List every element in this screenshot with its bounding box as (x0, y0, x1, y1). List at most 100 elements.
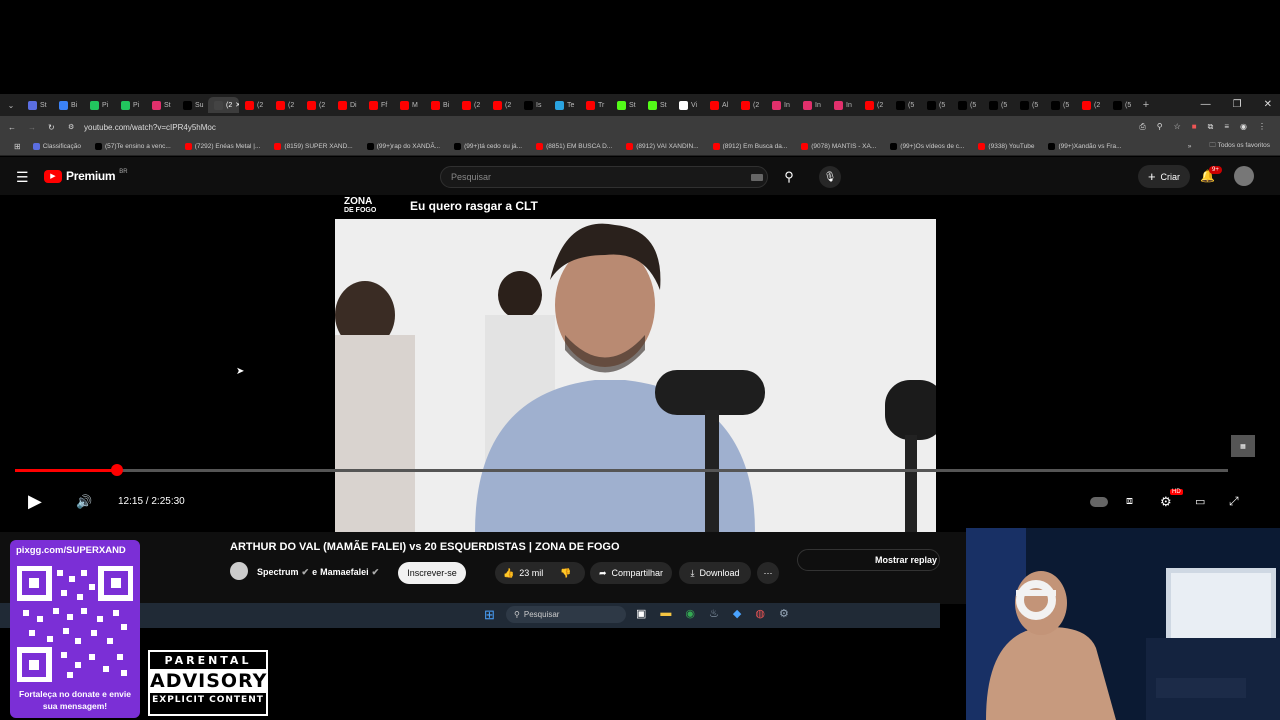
browser-tab[interactable]: Bi (425, 97, 456, 113)
apps-grid-icon[interactable]: ⊞ (14, 142, 21, 151)
channel-watermark[interactable]: ▦ (1231, 435, 1255, 457)
download-button[interactable]: ⤓ Download (679, 562, 751, 584)
share-button[interactable]: ➦ Compartilhar (590, 562, 672, 584)
taskbar-search[interactable]: ⚲ Pesquisar (506, 606, 626, 623)
bookmark-item[interactable]: (99+)Xandão vs Fra... (1048, 143, 1122, 150)
tab-search-button[interactable]: ⌄ (0, 97, 22, 113)
like-count[interactable]: 23 mil (519, 568, 543, 578)
browser-tab[interactable]: St (642, 97, 673, 113)
youtube-logo[interactable]: ▶ Premium BR (44, 169, 128, 183)
progress-bar[interactable] (15, 469, 1228, 472)
all-bookmarks[interactable]: 🗀 Todos os favoritos (1209, 141, 1270, 152)
browser-menu-icon[interactable]: ⋮ (1258, 122, 1266, 132)
browser-tab[interactable]: (2 (456, 97, 487, 113)
keyboard-icon[interactable] (751, 173, 763, 181)
bookmarks-overflow-icon[interactable]: » (1188, 143, 1192, 150)
bookmark-item[interactable]: (9338) YouTube (978, 143, 1034, 150)
volume-icon[interactable]: 🔊 (76, 494, 92, 510)
browser-tab[interactable]: Tr (580, 97, 611, 113)
bookmark-item[interactable]: (99+)tá cedo ou já... (454, 143, 522, 150)
browser-tab[interactable]: (2 (270, 97, 301, 113)
extensions-icon[interactable]: ⧉ (1208, 122, 1214, 132)
browser-tab[interactable]: (2 (859, 97, 890, 113)
browser-tab[interactable]: St (146, 97, 177, 113)
subtitles-icon[interactable]: ⧈ (1126, 495, 1133, 508)
browser-tab[interactable]: (5 (952, 97, 983, 113)
browser-tab[interactable]: Te (549, 97, 580, 113)
browser-tab[interactable]: Su (177, 97, 208, 113)
browser-tab[interactable]: (2 (1076, 97, 1107, 113)
browser-tab[interactable]: (5 (1014, 97, 1045, 113)
browser-tab[interactable]: (2 (301, 97, 332, 113)
reload-icon[interactable]: ↻ (48, 123, 62, 132)
forward-icon[interactable]: → (28, 123, 42, 132)
windows-start-icon[interactable]: ⊞ (484, 607, 495, 623)
browser-tab[interactable]: (5 (983, 97, 1014, 113)
channel-name[interactable]: Spectrum (257, 567, 299, 578)
browser-tab[interactable]: (5 (921, 97, 952, 113)
theater-mode-icon[interactable]: ▭ (1195, 495, 1205, 508)
site-info-icon[interactable]: ⚙ (68, 123, 80, 131)
scrubber-handle[interactable] (111, 464, 123, 476)
settings-app-icon[interactable]: ⚙ (779, 607, 789, 620)
browser-tab[interactable]: Is (518, 97, 549, 113)
browser-tab[interactable]: St (22, 97, 53, 113)
browser-tab[interactable]: Di (332, 97, 363, 113)
create-button[interactable]: + Criar (1138, 165, 1190, 188)
install-icon[interactable]: ⎙ (1139, 122, 1145, 132)
bookmark-item[interactable]: Classificação (32, 143, 81, 150)
subscribe-button[interactable]: Inscrever-se (398, 562, 466, 584)
bookmark-item[interactable]: (9078) MANTIS - XA... (801, 143, 876, 150)
like-icon[interactable]: 👍 (503, 568, 514, 579)
browser-tab[interactable]: (5 (1107, 97, 1138, 113)
hamburger-menu-icon[interactable]: ☰ (16, 169, 29, 186)
browser-tab[interactable]: St (611, 97, 642, 113)
browser-tab[interactable]: (2 (239, 97, 270, 113)
maximize-icon[interactable]: ❐ (1233, 99, 1242, 110)
microphone-icon[interactable]: 🎙 (819, 166, 841, 188)
media-icon[interactable]: ≡ (1224, 122, 1229, 132)
browser-tab[interactable]: Vi (673, 97, 704, 113)
browser-tab[interactable]: In (797, 97, 828, 113)
bookmark-item[interactable]: (99+)rap do XANDÃ... (366, 143, 440, 150)
bookmark-item[interactable]: (99+)Os vídeos de c... (890, 143, 964, 150)
bookmark-item[interactable]: (8912) Em Busca da... (712, 143, 787, 150)
browser-tab[interactable]: Pi (84, 97, 115, 113)
new-tab-button[interactable]: + (1138, 99, 1154, 111)
chrome-icon[interactable]: ◉ (685, 607, 695, 620)
bookmark-item[interactable]: (8912) VAI XANDIN... (626, 143, 699, 150)
steam-icon[interactable]: ♨ (709, 607, 719, 620)
browser-tab[interactable]: (2 (487, 97, 518, 113)
autoplay-toggle[interactable] (1090, 497, 1108, 507)
browser-tab[interactable]: M (394, 97, 425, 113)
extension-icon[interactable]: ■ (1192, 122, 1197, 132)
browser-tab[interactable]: Pi (115, 97, 146, 113)
bookmark-item[interactable]: (57)Te ensino a venc... (95, 143, 171, 150)
url-field[interactable]: youtube.com/watch?v=cIPR4y5hMoc (84, 123, 216, 132)
more-actions-icon[interactable]: ⋯ (757, 562, 779, 584)
video-frame[interactable]: ZONA DE FOGO Eu quero rasgar a CLT (335, 195, 936, 532)
dislike-icon[interactable]: 👎 (560, 568, 571, 579)
browser-tab[interactable]: (5 (1045, 97, 1076, 113)
browser-tab[interactable]: In (766, 97, 797, 113)
app-icon-2[interactable]: ◍ (755, 607, 765, 620)
account-avatar[interactable] (1234, 166, 1254, 186)
search-icon[interactable]: ⚲ (778, 166, 800, 188)
browser-tab[interactable]: Bi (53, 97, 84, 113)
file-explorer-icon[interactable]: ▬ (660, 607, 671, 620)
channel-avatar[interactable] (230, 562, 248, 580)
settings-gear-icon[interactable]: ⚙ (1160, 494, 1172, 510)
channel-name-2[interactable]: Mamaefalei (320, 567, 369, 578)
browser-tab[interactable]: (2 ✕ (208, 97, 239, 113)
show-chat-replay-button[interactable]: Mostrar replay d (797, 549, 940, 571)
browser-tab[interactable]: Al (704, 97, 735, 113)
bookmark-item[interactable]: (8159) SUPER XAND... (274, 143, 353, 150)
search-input[interactable]: Pesquisar (440, 166, 768, 188)
zoom-icon[interactable]: ⚲ (1157, 122, 1163, 132)
minimize-icon[interactable]: — (1201, 99, 1211, 110)
bookmark-star-icon[interactable]: ☆ (1174, 122, 1181, 132)
back-icon[interactable]: ← (8, 123, 22, 132)
profile-avatar[interactable]: ◉ (1240, 122, 1247, 132)
bookmark-item[interactable]: (7292) Enéas Metal |... (184, 143, 260, 150)
app-icon[interactable]: ◆ (733, 607, 741, 620)
